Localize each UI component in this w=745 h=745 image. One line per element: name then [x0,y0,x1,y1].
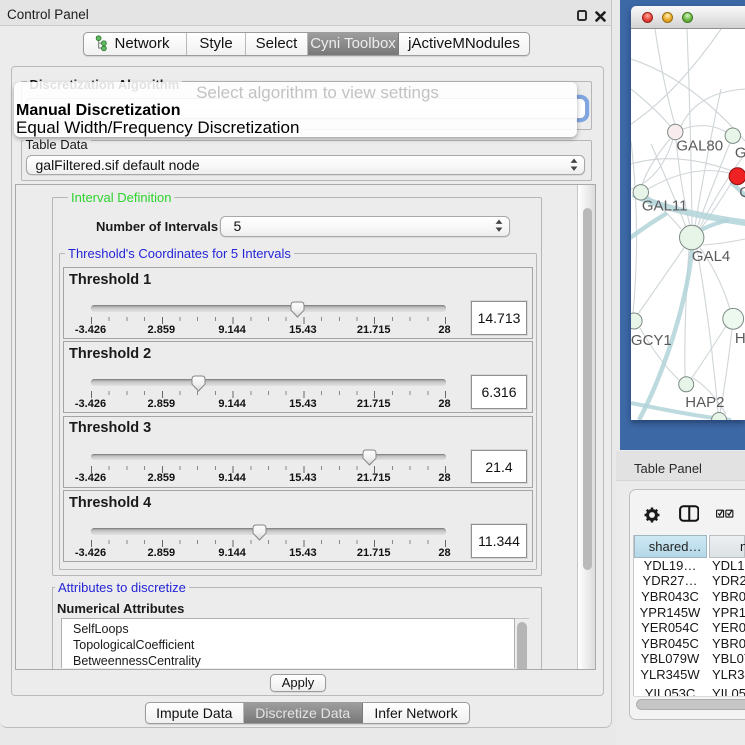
svg-text:GCY1: GCY1 [631,332,672,349]
svg-text:GAL4: GAL4 [692,248,730,265]
svg-text:GAL80: GAL80 [676,138,723,155]
svg-text:C: C [739,184,745,201]
svg-text:H: H [735,330,745,347]
svg-text:GA: GA [735,145,745,162]
svg-text:GAL11: GAL11 [642,198,688,215]
svg-text:HAP2: HAP2 [685,394,724,411]
